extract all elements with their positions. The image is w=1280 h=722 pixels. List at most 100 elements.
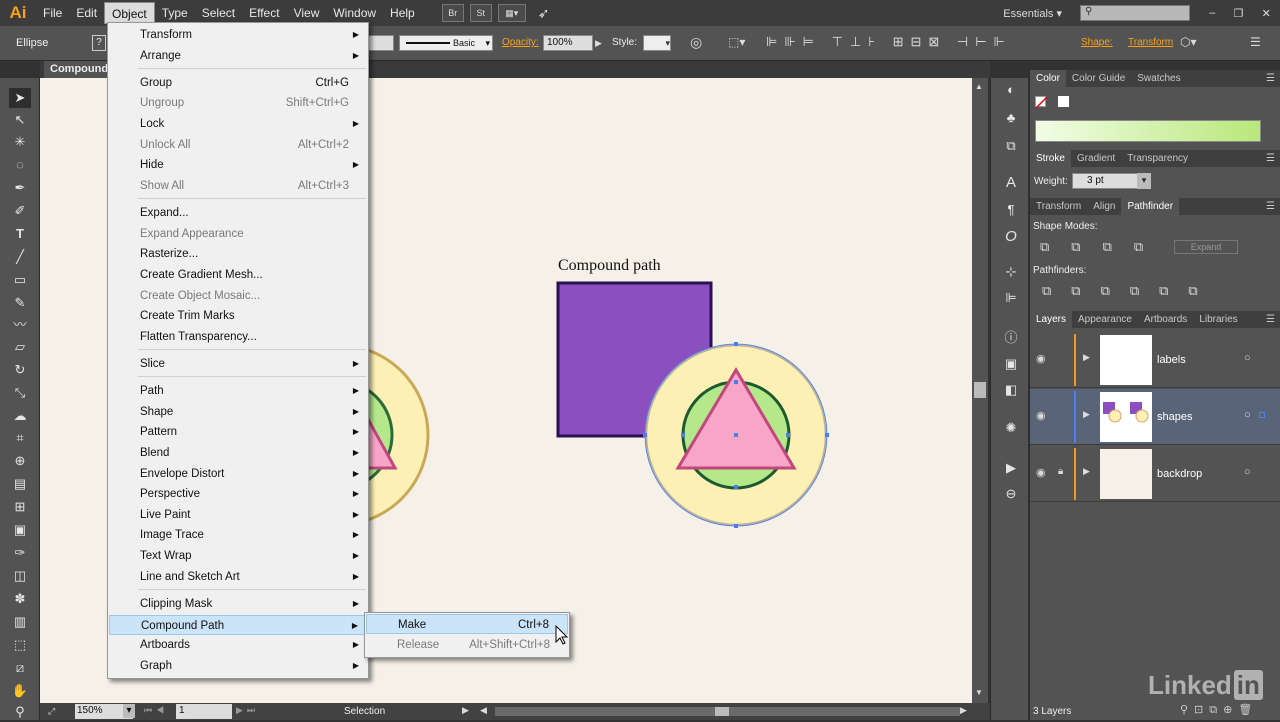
navigator-icon[interactable]: ✺ [1000,418,1022,438]
menu-item-expand[interactable]: Expand... [109,203,367,223]
expand-triangle-icon[interactable]: ▶ [1083,352,1090,363]
bridge-button[interactable]: Br [441,4,464,22]
opacity-label[interactable]: Opacity: [502,37,539,48]
scroll-up-icon[interactable]: ▲ [975,82,983,91]
horizontal-scrollbar[interactable] [495,707,960,716]
menu-item-clipping-mask[interactable]: Clipping Mask ▶ [109,594,367,614]
visibility-eye-icon[interactable]: ◉ [1036,352,1046,365]
free-transform-tool-icon[interactable]: ⌗ [9,428,31,448]
menu-item-artboards[interactable]: Artboards ▶ [109,635,367,655]
align-panel-icon[interactable]: ⊫ [1000,288,1022,308]
tab-appearance[interactable]: Appearance [1072,311,1138,328]
target-circle-icon[interactable]: ○ [1244,352,1251,364]
menu-item-pattern[interactable]: Pattern ▶ [109,422,367,442]
menu-item-create-gradient-mesh[interactable]: Create Gradient Mesh... [109,265,367,285]
menu-item-compound-path[interactable]: Compound Path ▶ [109,615,367,635]
white-swatch[interactable] [1058,96,1069,107]
search-input[interactable]: ⚲ [1080,5,1190,21]
shape-label[interactable]: Shape: [1081,37,1113,48]
menu-item-hide[interactable]: Hide ▶ [109,155,367,175]
arrange-documents-icon[interactable]: ▦▾ [497,4,526,22]
menu-edit[interactable]: Edit [69,2,104,24]
menu-help[interactable]: Help [383,2,422,24]
close-icon[interactable]: ✕ [1262,7,1271,20]
panel-menu-icon[interactable]: ☰ [1260,150,1280,167]
tab-swatches[interactable]: Swatches [1131,70,1186,87]
scale-tool-icon[interactable]: ⤡ [9,383,31,403]
blend-tool-icon[interactable]: ◫ [9,566,31,586]
isolate-icon[interactable]: ⬡▾ [1180,35,1197,49]
fill-swatch[interactable]: ? [92,35,106,51]
color-panel-icon[interactable]: ◐ [1000,80,1022,100]
pen-tool-icon[interactable]: ✒ [9,178,31,198]
hscroll-right-icon[interactable]: ▶ [960,705,967,716]
menu-item-lock[interactable]: Lock ▶ [109,114,367,134]
magic-wand-tool-icon[interactable]: ✳ [9,132,31,152]
layer-name[interactable]: shapes [1157,411,1192,423]
stroke-profile-select[interactable]: Basic ▾ [399,35,493,51]
shape-mode-buttons[interactable]: ⧉⧉⧉⧉ [1040,239,1165,255]
menu-item-expand-appearance[interactable]: Expand Appearance [109,224,367,244]
panel-menu-icon[interactable]: ☰ [1260,70,1280,87]
stroke-weight-field[interactable] [366,35,394,51]
menu-item-live-paint[interactable]: Live Paint ▶ [109,505,367,525]
character-panel-icon[interactable]: A [1000,173,1022,193]
menu-effect[interactable]: Effect [242,2,286,24]
layers-footer-buttons[interactable]: ⚲⊡⧉⊕🗑︎ [1180,703,1258,717]
mesh-tool-icon[interactable]: ⊞ [9,497,31,517]
align-to-icon[interactable]: ⬚▾ [728,35,745,49]
tab-layers[interactable]: Layers [1030,311,1073,328]
menu-item-envelope-distort[interactable]: Envelope Distort ▶ [109,464,367,484]
target-circle-icon[interactable]: ○ [1244,466,1251,478]
opacity-arrow-icon[interactable]: ▶ [595,35,602,51]
scroll-thumb[interactable] [974,382,986,398]
menu-item-show-all[interactable]: Show All Alt+Ctrl+3 [109,176,367,196]
selection-square-icon[interactable] [1259,412,1265,418]
transform-panel-icon[interactable]: ⊹ [1000,262,1022,282]
artboard-prev-buttons[interactable]: ⏮◀ [144,705,168,716]
graphic-styles-icon[interactable]: ◧ [1000,380,1022,400]
tab-pathfinder[interactable]: Pathfinder [1121,198,1180,215]
opacity-input[interactable]: 100% [543,35,593,51]
status-menu-arrow-icon[interactable]: ▶ [462,705,469,716]
curvature-tool-icon[interactable]: ✐ [9,201,31,221]
menu-item-text-wrap[interactable]: Text Wrap ▶ [109,546,367,566]
paragraph-panel-icon[interactable]: ¶ [1000,200,1022,220]
eraser-tool-icon[interactable]: ▱ [9,337,31,357]
warp-tool-icon[interactable]: ☁ [9,406,31,426]
hscroll-thumb[interactable] [715,707,729,716]
fill-none-swatch[interactable] [1035,96,1048,109]
align-buttons[interactable]: ⊫⊪⊨ ⊤⊥⊦ ⊞⊟⊠ ⊣⊢⊩ [766,34,1012,50]
panel-menu-icon[interactable]: ☰ [1260,311,1280,328]
menu-item-line-and-sketch-art[interactable]: Line and Sketch Art ▶ [109,567,367,587]
menu-item-unlock-all[interactable]: Unlock All Alt+Ctrl+2 [109,135,367,155]
menu-item-blend[interactable]: Blend ▶ [109,443,367,463]
hand-tool-icon[interactable]: ✋ [9,681,31,701]
transform-label[interactable]: Transform [1128,37,1173,48]
vertical-scrollbar[interactable]: ▲ ▼ [972,78,988,703]
menu-item-path[interactable]: Path ▶ [109,381,367,401]
layer-name[interactable]: labels [1157,354,1186,366]
tab-gradient[interactable]: Gradient [1071,150,1121,167]
expand-button[interactable]: Expand [1174,240,1238,254]
layer-row-backdrop[interactable]: ◉ 🔒︎ ▶ backdrop ○ [1030,446,1280,502]
tab-libraries[interactable]: Libraries [1193,311,1243,328]
maximize-icon[interactable]: ❐ [1234,7,1244,20]
line-tool-icon[interactable]: ╱ [9,247,31,267]
visibility-eye-icon[interactable]: ◉ [1036,466,1046,479]
gradient-tool-icon[interactable]: ▣ [9,520,31,540]
menu-item-slice[interactable]: Slice ▶ [109,354,367,374]
menu-item-shape[interactable]: Shape ▶ [109,402,367,422]
column-graph-tool-icon[interactable]: ▥ [9,612,31,632]
menu-item-flatten-transparency[interactable]: Flatten Transparency... [109,327,367,347]
minimize-icon[interactable]: – [1209,7,1215,20]
gpu-rocket-icon[interactable]: ➶ [538,5,550,22]
paintbrush-tool-icon[interactable]: ✎ [9,293,31,313]
tab-transparency[interactable]: Transparency [1121,150,1194,167]
direct-selection-tool-icon[interactable]: ↖ [9,110,31,130]
target-circle-icon[interactable]: ○ [1244,409,1251,421]
menu-window[interactable]: Window [326,2,383,24]
pathfinder-buttons[interactable]: ⧉⧉⧉⧉⧉⧉ [1042,283,1218,299]
menu-item-perspective[interactable]: Perspective ▶ [109,484,367,504]
menu-item-image-trace[interactable]: Image Trace ▶ [109,525,367,545]
